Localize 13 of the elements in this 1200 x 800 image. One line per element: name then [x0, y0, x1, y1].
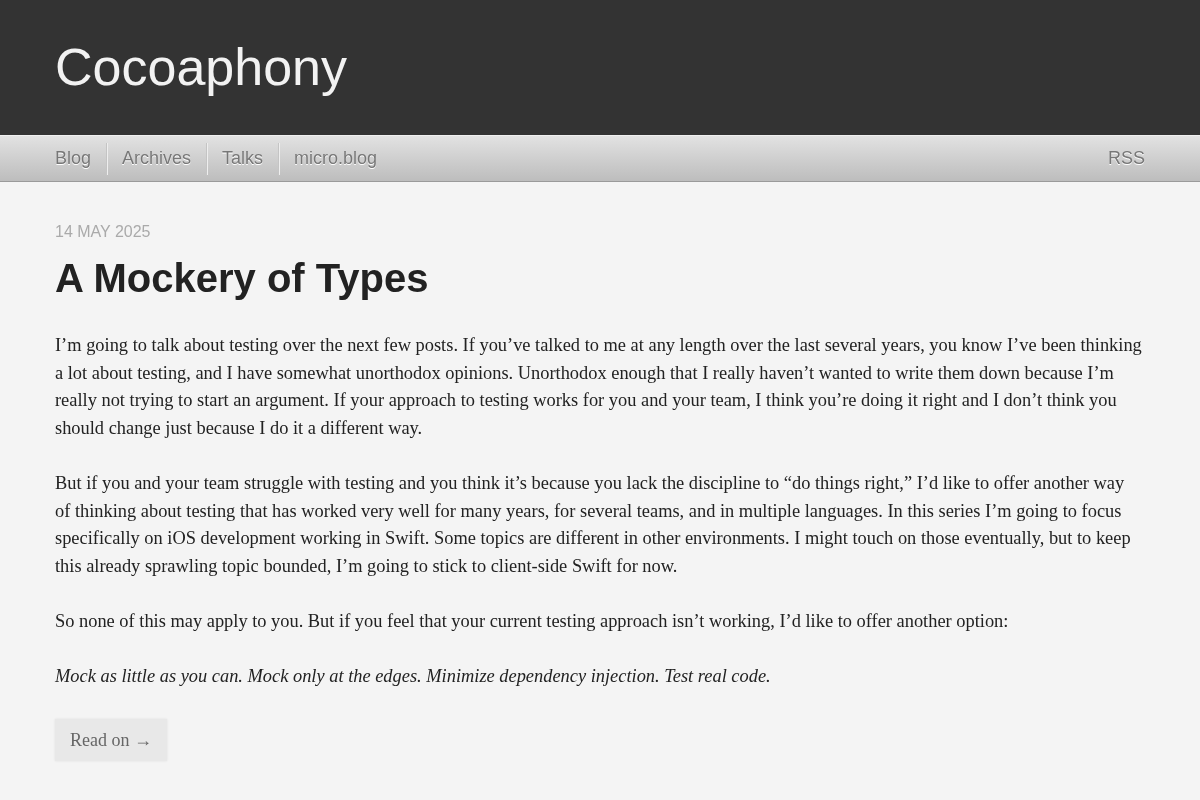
post-date: 14 MAY 2025: [55, 222, 152, 242]
paragraph: I’m going to talk about testing over the next few posts. If you’ve talked to me at any length over the last several years, you know I’ve been thinking a lot about testing, and I have somewhat unorthodox opinions. Unorthodox enough that I really haven’t wanted to write them down because I’m really not trying to start an argument. If your approach to testing works for you and your team, I think you’re doing it right and I don’t think you should change just because I do it a different way.: [55, 334, 1143, 440]
read-on-button[interactable]: Read on →: [55, 719, 167, 762]
nav-link[interactable]: Blog: [55, 142, 107, 175]
rss-link[interactable]: RSS: [1108, 145, 1145, 172]
nav-link[interactable]: micro.blog: [278, 142, 393, 175]
nav-link[interactable]: Talks: [206, 142, 279, 175]
post-title: A Mockery of Types: [55, 255, 430, 302]
site-title[interactable]: Cocoaphony: [55, 40, 347, 95]
paragraph: So none of this may apply to you. But if you feel that your current testing approach isn’t working, I’d like to offer another option:: [55, 609, 1010, 633]
nav-link[interactable]: Archives: [106, 142, 207, 175]
paragraph: But if you and your team struggle with testing and you think it’s because you lack the discipline to “do things right,” I’d like to offer another way of thinking about testing that has worked very well for many years, for several teams, and in multiple languages. In this series I’m going to focus specifically on iOS development working in Swift. Some topics are different in other environments. I might touch on those eventually, but to keep this already sprawling topic bounded, I’m going to stick to client-side Swift for now.: [55, 471, 1132, 578]
paragraph: Mock as little as you can. Mock only at the edges. Minimize dependency injection. Test real code.: [55, 665, 772, 689]
